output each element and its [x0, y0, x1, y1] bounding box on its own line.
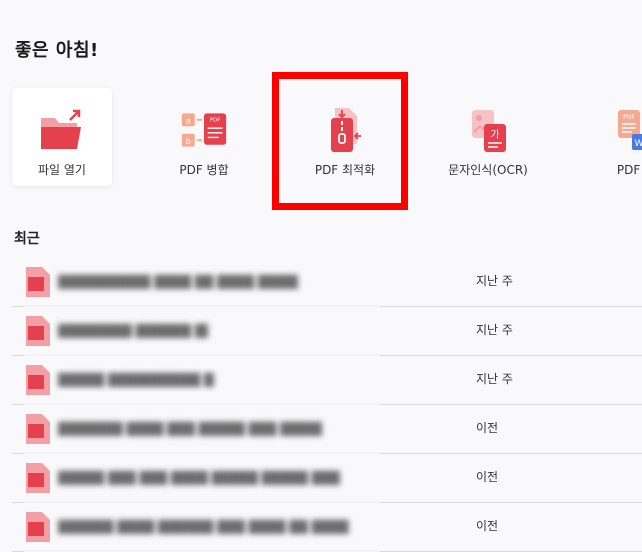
svg-text:b: b	[186, 136, 191, 146]
recent-file-row[interactable]: ██████████ ████ ██ ████ █████ ███ 지난 주	[12, 258, 642, 307]
tool-label: PDF 변	[616, 163, 642, 177]
file-name: ██████████ ████ ██ ████ █████ ███	[58, 275, 298, 289]
pdf-file-icon	[26, 512, 50, 542]
svg-text:가: 가	[490, 129, 499, 141]
pdf-file-icon	[26, 267, 50, 297]
file-date: 이전	[476, 470, 499, 484]
file-date: 지난 주	[476, 323, 513, 337]
folder-open-icon	[38, 106, 86, 154]
file-name: ████████ ██████ ████	[58, 324, 208, 338]
pdf-file-icon	[26, 316, 50, 346]
recent-file-row[interactable]: █████ ███ ███ ████ █████ █████ ████ 이전	[12, 454, 642, 503]
recent-file-row[interactable]: █████ ██████████ ████ 지난 주	[12, 356, 642, 405]
pdf-file-icon	[26, 365, 50, 395]
recent-file-row[interactable]: ████████ ██████ ████ 지난 주	[12, 307, 642, 356]
file-name: ███████ ████ ███ █████ ███ █████ ███	[58, 422, 322, 436]
pdf-file-icon	[26, 463, 50, 493]
pdf-file-icon	[26, 414, 50, 444]
tool-label: 문자인식(OCR)	[448, 163, 528, 177]
pdf-merge-icon: a b PDF	[180, 106, 228, 154]
recent-file-row[interactable]: ███████ ████ ███ █████ ███ █████ ███ 이전	[12, 405, 642, 454]
tool-label: 파일 열기	[38, 163, 86, 177]
recent-file-list: ██████████ ████ ██ ████ █████ ███ 지난 주 █…	[12, 258, 642, 552]
pdf-convert-tool[interactable]: PDF W PDF 변	[586, 88, 642, 186]
greeting-heading: 좋은 아침!	[15, 40, 99, 61]
svg-text:PDF: PDF	[623, 114, 635, 121]
recent-file-row[interactable]: ██████ ████ ██████ ███ ████ ██ ████ 이전	[12, 503, 642, 552]
file-name: █████ ██████████ ████	[58, 373, 214, 387]
svg-text:PDF: PDF	[210, 118, 221, 124]
pdf-merge-tool[interactable]: a b PDF PDF 병합	[154, 88, 254, 186]
file-name: █████ ███ ███ ████ █████ █████ ████	[58, 471, 340, 485]
file-date: 이전	[476, 421, 499, 435]
ocr-tool[interactable]: 가 문자인식(OCR)	[438, 88, 538, 186]
svg-text:a: a	[186, 116, 191, 126]
file-name: ██████ ████ ██████ ███ ████ ██ ████	[58, 520, 349, 534]
highlight-frame	[272, 72, 408, 210]
file-date: 지난 주	[476, 372, 513, 386]
ocr-icon: 가	[464, 106, 512, 154]
recent-heading: 최근	[14, 231, 40, 247]
pdf-convert-icon: PDF W	[612, 106, 642, 154]
open-file-tool[interactable]: 파일 열기	[12, 88, 112, 186]
svg-text:W: W	[635, 139, 642, 149]
tool-label: PDF 병합	[179, 163, 229, 177]
file-date: 지난 주	[476, 274, 513, 288]
